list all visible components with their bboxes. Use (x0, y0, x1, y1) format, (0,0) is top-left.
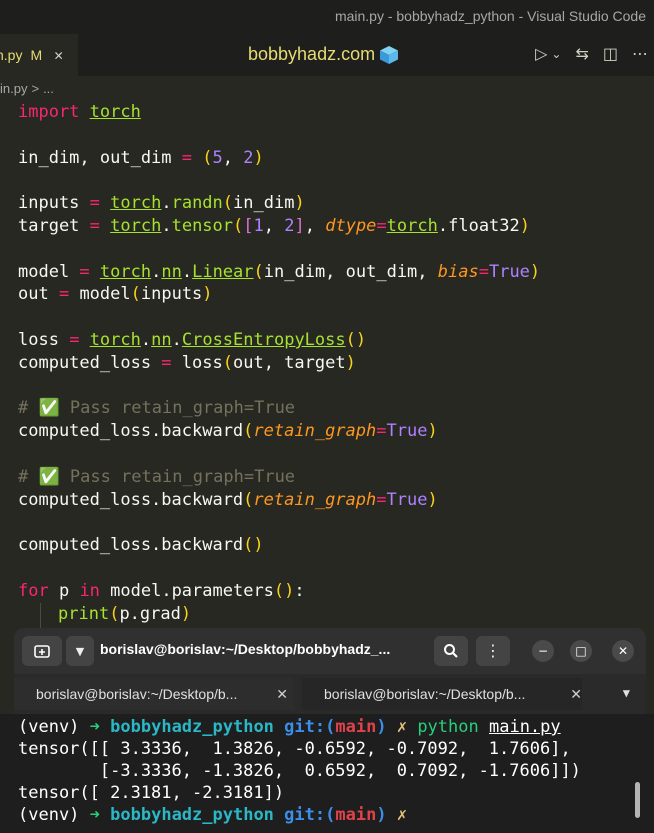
terminal-line: tensor([[ 3.3336, 1.3826, -0.6592, -0.70… (18, 739, 571, 759)
terminal-tab-label: borislav@borislav:~/Desktop/b... (36, 686, 238, 702)
tab-main-py[interactable]: n.py M ✕ (0, 34, 78, 76)
terminal-window: ▼ borislav@borislav:~/Desktop/bobbyhadz_… (0, 628, 654, 833)
site-name: bobbyhadz.com (248, 44, 376, 64)
compare-changes-icon[interactable]: ⇆ (575, 44, 588, 64)
terminal-header: ▼ borislav@borislav:~/Desktop/bobbyhadz_… (14, 628, 646, 674)
editor-actions: ▷ ⌄ ⇆ ◫ ⋯ (535, 44, 648, 64)
close-icon[interactable]: ✕ (276, 686, 288, 703)
close-button[interactable]: ✕ (612, 640, 634, 662)
site-watermark: bobbyhadz.com (248, 44, 399, 65)
terminal-line: tensor([ 2.3181, -2.3181]) (18, 783, 285, 803)
terminal-line: (venv) ➜ bobbyhadz_python git:(main) ✗ (18, 805, 408, 825)
chevron-down-icon[interactable]: ▼ (623, 686, 630, 700)
close-icon[interactable]: ✕ (54, 46, 63, 64)
maximize-icon: □ (575, 644, 587, 658)
close-icon[interactable]: ✕ (570, 686, 582, 703)
code-line: computed_loss = loss(out, target) (18, 353, 356, 373)
code-line: in_dim, out_dim = (5, 2) (18, 148, 264, 168)
code-comment: # ✅ Pass retain_graph=True (18, 398, 296, 418)
minimize-button[interactable]: − (532, 640, 554, 662)
terminal-tabs: borislav@borislav:~/Desktop/b... ✕ boris… (14, 674, 646, 714)
code-line: target = torch.tensor([1, 2], dtype=torc… (18, 216, 531, 236)
code-line: inputs = torch.randn(in_dim) (18, 193, 305, 213)
code-line: print(p.grad) (58, 604, 192, 624)
maximize-button[interactable]: □ (570, 640, 592, 662)
code-line: computed_loss.backward(retain_graph=True… (18, 421, 438, 441)
code-line: computed_loss.backward(retain_graph=True… (18, 490, 438, 510)
terminal-title: borislav@borislav:~/Desktop/bobbyhadz_..… (100, 641, 391, 657)
chevron-down-icon[interactable]: ⌄ (551, 44, 561, 64)
window-title: main.py - bobbyhadz_python - Visual Stud… (334, 8, 646, 24)
close-icon: ✕ (617, 644, 629, 658)
search-button[interactable] (434, 636, 468, 666)
terminal-line: (venv) ➜ bobbyhadz_python git:(main) ✗ p… (18, 717, 561, 737)
terminal-output[interactable]: (venv) ➜ bobbyhadz_python git:(main) ✗ p… (0, 714, 654, 833)
minimize-icon: − (537, 644, 549, 658)
terminal-tab[interactable]: borislav@borislav:~/Desktop/b... ✕ (302, 678, 582, 710)
more-actions-icon[interactable]: ⋯ (632, 44, 648, 64)
terminal-tab-label: borislav@borislav:~/Desktop/b... (324, 686, 526, 702)
terminal-line: [-3.3336, -1.3826, 0.6592, 0.7092, -1.76… (18, 761, 581, 781)
scrollbar-thumb[interactable] (635, 782, 640, 818)
code-line: import torch (18, 102, 141, 122)
breadcrumb-file[interactable]: in.py (0, 81, 27, 96)
search-icon (444, 644, 458, 658)
modified-badge: M (30, 47, 43, 63)
new-tab-icon (34, 645, 50, 658)
terminal-tab[interactable]: borislav@borislav:~/Desktop/b... ✕ (14, 678, 294, 710)
tab-label: n.py (0, 47, 23, 63)
cube-icon (380, 45, 399, 64)
tab-bar: n.py M ✕ bobbyhadz.com ▷ ⌄ ⇆ ◫ ⋯ (0, 34, 654, 76)
code-line: out = model(inputs) (18, 284, 213, 304)
code-line: for p in model.parameters(): (18, 581, 305, 601)
split-editor-icon[interactable]: ◫ (603, 44, 618, 64)
code-line: model = torch.nn.Linear(in_dim, out_dim,… (18, 262, 541, 282)
code-editor[interactable]: import torch in_dim, out_dim = (5, 2) in… (0, 100, 654, 630)
tab-menu-button[interactable]: ▼ (66, 636, 94, 666)
breadcrumb-symbol[interactable]: ... (43, 81, 54, 96)
title-bar: main.py - bobbyhadz_python - Visual Stud… (0, 0, 654, 34)
kebab-menu-icon: ⋮ (485, 641, 501, 660)
indent-guide (40, 603, 41, 628)
chevron-right-icon: > (31, 80, 40, 96)
new-tab-button[interactable] (22, 636, 62, 666)
chevron-down-icon: ▼ (75, 644, 85, 658)
code-line: loss = torch.nn.CrossEntropyLoss() (18, 330, 367, 350)
run-icon[interactable]: ▷ (535, 44, 547, 64)
code-comment: # ✅ Pass retain_graph=True (18, 467, 296, 487)
breadcrumb: in.py > ... (0, 76, 654, 100)
code-line: computed_loss.backward() (18, 535, 264, 555)
menu-button[interactable]: ⋮ (476, 636, 510, 666)
